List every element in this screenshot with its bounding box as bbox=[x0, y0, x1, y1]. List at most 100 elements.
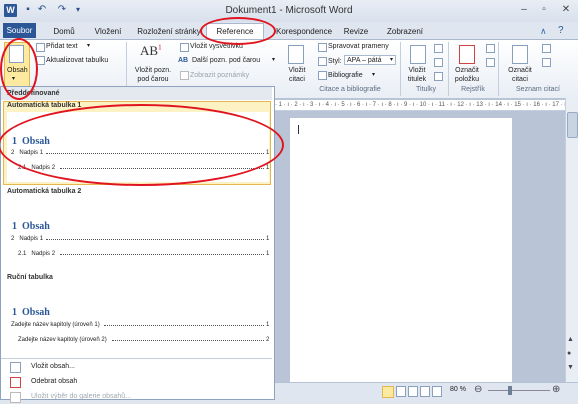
tab-home[interactable]: Domů bbox=[48, 24, 80, 40]
draft-icon[interactable] bbox=[432, 386, 442, 397]
close-icon[interactable]: ✕ bbox=[558, 3, 574, 17]
window-title: Dokument1 - Microsoft Word bbox=[225, 5, 353, 16]
full-screen-icon[interactable] bbox=[396, 386, 406, 397]
section-header-builtin: Předdefinované bbox=[1, 87, 272, 100]
toc-preview-title: 1 Obsah bbox=[12, 221, 50, 232]
toc-preview-line: 2 Nadpis 1 bbox=[11, 236, 44, 242]
toc-preview-line: Zadejte název kapitoly (úroveň 1) bbox=[11, 322, 100, 328]
update-figures-icon[interactable] bbox=[434, 58, 443, 67]
menu-item-insert-toc[interactable]: Vložit obsah... bbox=[1, 360, 272, 374]
endnote-icon bbox=[180, 43, 189, 52]
tab-insert[interactable]: Vložení bbox=[88, 24, 128, 40]
next-footnote-button[interactable]: Další pozn. pod čarou bbox=[192, 56, 260, 65]
add-text-chevron-icon: ▾ bbox=[87, 43, 91, 49]
toc-preview-page: 1 bbox=[266, 165, 270, 171]
minimize-icon[interactable]: – bbox=[516, 3, 532, 17]
toc-preview-page: 1 bbox=[266, 236, 270, 242]
insert-footnote-button[interactable]: Vložit pozn. pod čarou bbox=[132, 66, 174, 84]
toc-option-label: Automatická tabulka 2 bbox=[7, 188, 82, 195]
add-text-icon bbox=[36, 43, 45, 52]
update-toa-icon[interactable] bbox=[542, 58, 551, 67]
mark-citation-icon bbox=[512, 45, 528, 64]
add-text-button[interactable]: Přidat text bbox=[46, 42, 78, 51]
print-layout-icon[interactable] bbox=[382, 386, 394, 398]
toc-preview-page: 2 bbox=[266, 337, 270, 343]
annotation-ellipse-toc-button bbox=[0, 38, 38, 100]
group-label-captions: Titulky bbox=[416, 86, 436, 93]
text-cursor bbox=[298, 125, 299, 134]
menu-divider bbox=[1, 358, 272, 359]
tab-review[interactable]: Revize bbox=[336, 24, 376, 40]
mark-citation-button[interactable]: Označit citaci bbox=[504, 66, 536, 84]
remove-toc-icon bbox=[10, 377, 21, 388]
update-table-button[interactable]: Aktualizovat tabulku bbox=[46, 56, 108, 65]
zoom-slider-thumb[interactable] bbox=[508, 386, 512, 395]
mark-entry-button[interactable]: Označit položku bbox=[452, 66, 482, 84]
insert-index-icon[interactable] bbox=[486, 44, 495, 53]
zoom-in-icon[interactable]: ⊕ bbox=[552, 384, 560, 395]
maximize-icon[interactable]: ▫ bbox=[536, 3, 552, 17]
group-label-index: Rejstřík bbox=[461, 86, 485, 93]
manage-sources-icon bbox=[318, 43, 327, 52]
style-select[interactable]: APA – pátá ▾ bbox=[344, 55, 396, 65]
group-label-toa: Seznam citací bbox=[516, 86, 560, 93]
table-of-figures-icon[interactable] bbox=[434, 44, 443, 53]
show-notes-button[interactable]: Zobrazit poznámky bbox=[190, 71, 249, 80]
insert-citation-icon bbox=[288, 45, 304, 64]
zoom-out-icon[interactable]: ⊖ bbox=[474, 384, 482, 395]
toc-option-label: Ruční tabulka bbox=[7, 274, 53, 281]
outline-icon[interactable] bbox=[420, 386, 430, 397]
bibliography-icon bbox=[318, 71, 327, 80]
scrollbar-thumb[interactable] bbox=[567, 112, 578, 138]
toc-preview-line: 2.1 Nadpis 2 bbox=[18, 251, 56, 257]
bibliography-button[interactable]: Bibliografie bbox=[328, 71, 363, 80]
insert-toc-icon bbox=[10, 362, 21, 373]
style-label: Styl: bbox=[328, 58, 342, 65]
toc-preview-page: 1 bbox=[266, 322, 270, 328]
annotation-ellipse-references-tab bbox=[200, 17, 276, 45]
minimize-ribbon-icon[interactable]: ∧ bbox=[540, 26, 547, 37]
style-icon bbox=[318, 57, 327, 66]
menu-item-remove-toc[interactable]: Odebrat obsah bbox=[1, 375, 272, 389]
toc-preview-line: Zadejte název kapitoly (úroveň 2) bbox=[18, 337, 107, 343]
toc-preview-title: 1 Obsah bbox=[12, 307, 50, 318]
toc-option-manual[interactable] bbox=[3, 285, 271, 357]
help-icon[interactable]: ? bbox=[558, 25, 564, 36]
footnote-icon: AB1 bbox=[140, 43, 162, 58]
document-page[interactable] bbox=[290, 118, 512, 382]
toc-leader-dots bbox=[46, 239, 264, 240]
cross-reference-icon[interactable] bbox=[434, 72, 443, 81]
mark-entry-icon bbox=[459, 45, 475, 64]
menu-item-save-selection[interactable]: Uložit výběr do galerie obsahů... bbox=[1, 390, 272, 404]
update-index-icon[interactable] bbox=[486, 58, 495, 67]
insert-caption-button[interactable]: Vložit titulek bbox=[404, 66, 430, 84]
tab-file[interactable]: Soubor bbox=[3, 23, 36, 38]
zoom-slider[interactable] bbox=[488, 390, 550, 391]
toc-option-label: Automatická tabulka 1 bbox=[7, 102, 82, 109]
toc-leader-dots bbox=[60, 254, 264, 255]
horizontal-ruler[interactable]: · 1 · ı · 2 · ı · 3 · ı · 4 · ı · 5 · ı … bbox=[275, 100, 565, 111]
manage-sources-button[interactable]: Spravovat prameny bbox=[328, 42, 389, 51]
toc-option-auto-2[interactable] bbox=[3, 198, 271, 268]
tab-page-layout[interactable]: Rozložení stránky bbox=[134, 24, 204, 40]
scroll-up-icon[interactable]: ▲ bbox=[567, 336, 574, 343]
insert-toa-icon[interactable] bbox=[542, 44, 551, 53]
browse-object-icon[interactable]: ● bbox=[567, 350, 571, 357]
toc-leader-dots bbox=[112, 340, 264, 341]
save-selection-icon bbox=[10, 392, 21, 403]
tab-view[interactable]: Zobrazení bbox=[380, 24, 430, 40]
insert-citation-button[interactable]: Vložit citaci bbox=[284, 66, 310, 84]
group-label-citations: Citace a bibliografie bbox=[319, 86, 381, 93]
next-footnote-chevron-icon: ▾ bbox=[272, 57, 276, 63]
zoom-level[interactable]: 80 % bbox=[450, 386, 466, 393]
group-divider bbox=[400, 42, 401, 96]
annotation-ellipse-auto-table-1 bbox=[0, 104, 284, 186]
scroll-down-icon[interactable]: ▼ bbox=[567, 364, 574, 371]
style-chevron-icon: ▾ bbox=[389, 57, 393, 63]
web-layout-icon[interactable] bbox=[408, 386, 418, 397]
toc-preview-page: 1 bbox=[266, 251, 270, 257]
bibliography-chevron-icon: ▾ bbox=[372, 72, 376, 78]
show-notes-icon bbox=[180, 71, 189, 80]
insert-caption-icon bbox=[410, 45, 426, 64]
next-footnote-icon: AB bbox=[178, 57, 189, 64]
